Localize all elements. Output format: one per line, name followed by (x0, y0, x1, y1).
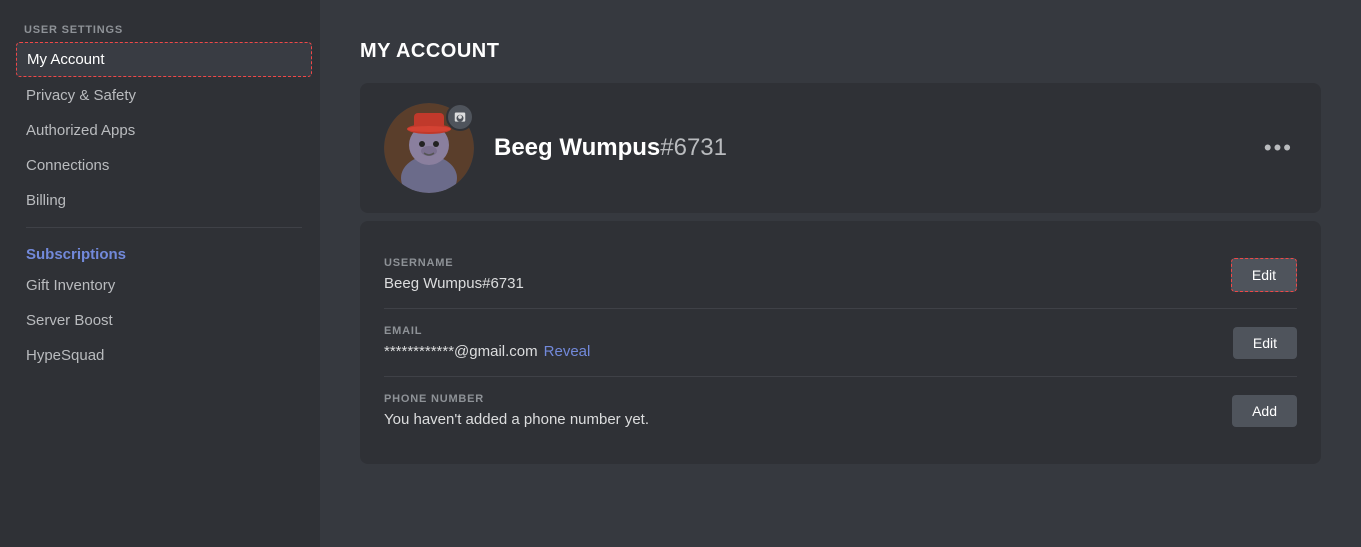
avatar-edit-button[interactable] (446, 103, 474, 131)
profile-discriminator: #6731 (660, 134, 727, 161)
profile-info: Beeg Wumpus#6731 (494, 134, 727, 162)
email-masked: ************@gmail.com (384, 343, 538, 360)
username-edit-button[interactable]: Edit (1231, 258, 1297, 292)
profile-card: Beeg Wumpus#6731 ••• (360, 83, 1321, 213)
sidebar-item-label: Authorized Apps (26, 122, 135, 139)
sidebar-item-label: Gift Inventory (26, 277, 115, 294)
camera-icon (453, 110, 467, 124)
sidebar-item-label: HypeSquad (26, 347, 104, 364)
email-row: EMAIL ************@gmail.com Reveal Edit (384, 309, 1297, 377)
email-value: ************@gmail.com Reveal (384, 343, 1217, 360)
phone-add-button[interactable]: Add (1232, 395, 1297, 427)
email-left: EMAIL ************@gmail.com Reveal (384, 325, 1217, 360)
username-left: USERNAME Beeg Wumpus#6731 (384, 257, 1215, 292)
sidebar-item-privacy-safety[interactable]: Privacy & Safety (16, 79, 312, 112)
sidebar-item-server-boost[interactable]: Server Boost (16, 304, 312, 337)
sidebar-item-gift-inventory[interactable]: Gift Inventory (16, 269, 312, 302)
sidebar-item-label: Privacy & Safety (26, 87, 136, 104)
sidebar-divider (26, 227, 302, 228)
sidebar-item-connections[interactable]: Connections (16, 149, 312, 182)
avatar-container (384, 103, 474, 193)
sidebar-subscriptions-label: Subscriptions (16, 238, 312, 267)
phone-value: You haven't added a phone number yet. (384, 411, 1216, 428)
phone-row: PHONE NUMBER You haven't added a phone n… (384, 377, 1297, 444)
sidebar-item-authorized-apps[interactable]: Authorized Apps (16, 114, 312, 147)
email-label: EMAIL (384, 325, 1217, 337)
username-row: USERNAME Beeg Wumpus#6731 Edit (384, 241, 1297, 309)
main-content: MY ACCOUNT (320, 0, 1361, 547)
sidebar-item-hypesquad[interactable]: HypeSquad (16, 339, 312, 372)
email-edit-button[interactable]: Edit (1233, 327, 1297, 359)
sidebar-item-my-account[interactable]: My Account (16, 42, 312, 77)
sidebar-item-label: Billing (26, 192, 66, 209)
email-reveal-link[interactable]: Reveal (544, 343, 591, 360)
profile-more-button[interactable]: ••• (1256, 131, 1301, 165)
phone-left: PHONE NUMBER You haven't added a phone n… (384, 393, 1216, 428)
sidebar-section-label: USER SETTINGS (16, 24, 312, 42)
sidebar-item-label: Server Boost (26, 312, 113, 329)
info-section: USERNAME Beeg Wumpus#6731 Edit EMAIL ***… (360, 221, 1321, 464)
phone-label: PHONE NUMBER (384, 393, 1216, 405)
sidebar-item-label: Connections (26, 157, 109, 174)
page-title: MY ACCOUNT (360, 40, 1321, 63)
sidebar-item-billing[interactable]: Billing (16, 184, 312, 217)
username-label: USERNAME (384, 257, 1215, 269)
sidebar-item-label: My Account (27, 51, 105, 68)
profile-username: Beeg Wumpus (494, 134, 660, 161)
username-value: Beeg Wumpus#6731 (384, 275, 1215, 292)
sidebar: USER SETTINGS My Account Privacy & Safet… (0, 0, 320, 547)
